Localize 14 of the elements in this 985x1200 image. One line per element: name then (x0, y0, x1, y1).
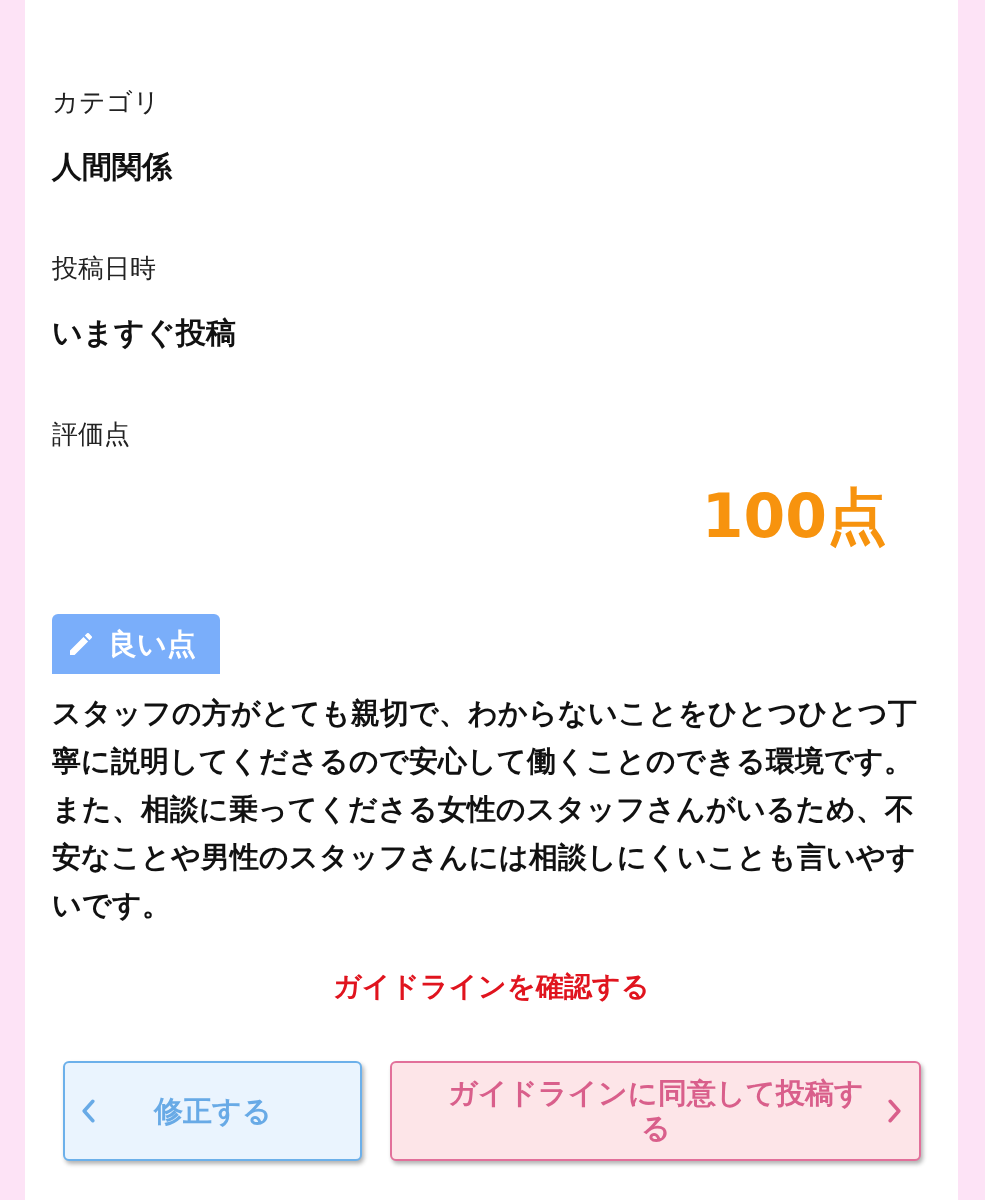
field-value: 人間関係 (52, 148, 172, 186)
submit-button[interactable]: ガイドラインに同意して投稿する (390, 1061, 921, 1161)
field-value: いますぐ投稿 (52, 314, 236, 352)
back-button[interactable]: 修正する (63, 1061, 362, 1161)
review-text: スタッフの方がとても親切で、わからないことをひとつひとつ丁寧に説明してくださるので安心して働くことのできる環境です。また、相談に乗ってくださる女性のスタッフさんがいるため、不安なことや男性のスタッフさんには相談しにくいことも言いやすいです。 (52, 696, 918, 924)
rating-label: 評価点 (52, 418, 130, 451)
pencil-icon (70, 633, 92, 655)
rating-score: 100点 (701, 481, 887, 551)
chevron-right-icon (888, 1099, 901, 1123)
section-tag-label: 良い点 (108, 626, 196, 662)
field-label: 投稿日時 (52, 252, 156, 285)
field-label: カテゴリ (52, 86, 160, 119)
chevron-left-icon (82, 1099, 95, 1123)
guideline-link[interactable]: ガイドラインを確認する (333, 967, 650, 1007)
